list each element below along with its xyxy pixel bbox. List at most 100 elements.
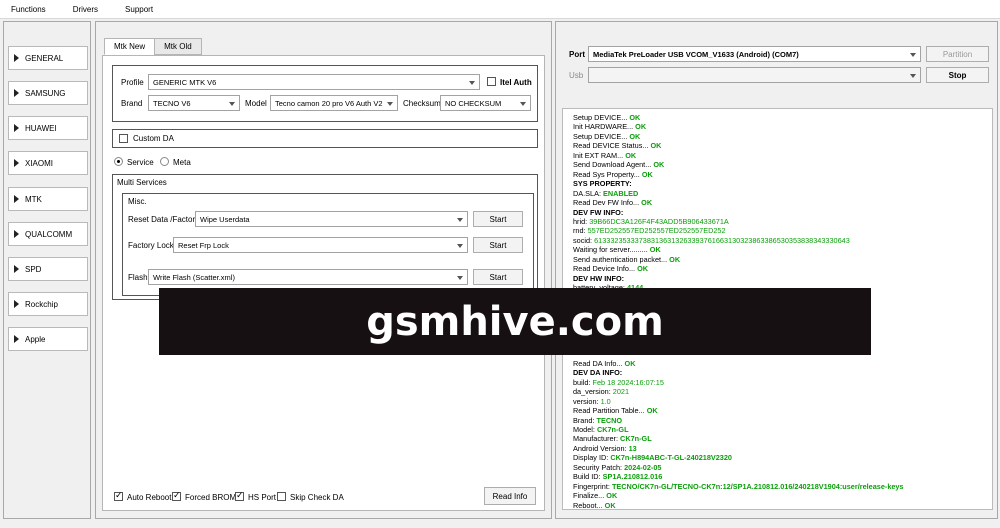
- dropdown-arrow-icon: [457, 244, 463, 248]
- brand-label: HUAWEI: [25, 123, 57, 133]
- brand-label: SPD: [25, 264, 42, 274]
- brand-apple-button[interactable]: Apple: [8, 327, 88, 351]
- log-key: version:: [573, 396, 601, 406]
- log-key: DEV DA INFO:: [573, 368, 623, 378]
- hs-port-checkbox[interactable]: [235, 490, 244, 501]
- factory-lock-start-button[interactable]: Start: [473, 237, 523, 253]
- log-key: Fingerprint:: [573, 481, 612, 491]
- menu-drivers[interactable]: Drivers: [67, 5, 104, 14]
- log-line: DEV DA INFO:: [573, 368, 992, 377]
- dropdown-arrow-icon: [910, 74, 916, 78]
- brand-select[interactable]: TECNO V6: [148, 95, 240, 111]
- model-label: Model: [245, 99, 267, 108]
- log-value: 6133323533373831363132633937616631303238…: [594, 235, 850, 245]
- itel-auth-checkbox[interactable]: [487, 77, 496, 86]
- log-value: 2021: [612, 387, 629, 397]
- usb-select[interactable]: [588, 67, 921, 83]
- service-label: Service: [127, 158, 154, 167]
- skip-check-da-label: Skip Check DA: [290, 493, 344, 502]
- model-select[interactable]: Tecno camon 20 pro V6 Auth V2: [270, 95, 398, 111]
- skip-check-da-checkbox[interactable]: [277, 492, 286, 501]
- tab-mtk-new[interactable]: Mtk New: [104, 38, 156, 55]
- custom-da-group: Custom DA: [112, 129, 538, 148]
- dropdown-arrow-icon: [457, 276, 463, 280]
- log-value: SP1A.210812.016: [602, 472, 663, 482]
- dropdown-arrow-icon: [520, 102, 526, 106]
- log-key: Reboot...: [573, 500, 605, 510]
- log-key: Setup DEVICE...: [573, 113, 630, 122]
- log-line: DA.SLA: ENABLED: [573, 189, 992, 198]
- log-line: rnd: 557ED252557ED252557ED252557ED252: [573, 226, 992, 235]
- port-label: Port: [569, 50, 585, 59]
- log-line: Read Device Info... OK: [573, 264, 992, 273]
- log-value: OK: [624, 358, 636, 368]
- play-arrow-icon: [14, 335, 19, 343]
- factory-lock-label: Factory Lock: [128, 241, 174, 250]
- log-line: Waiting for server......... OK: [573, 245, 992, 254]
- reset-data-start-button[interactable]: Start: [473, 211, 523, 227]
- brand-spd-button[interactable]: SPD: [8, 257, 88, 281]
- log-line: Send Download Agent... OK: [573, 160, 992, 169]
- log-value: CK7n-GL: [620, 434, 652, 444]
- multi-services-group: Multi Services Misc. Reset Data /Factory…: [112, 174, 538, 300]
- log-key: socid:: [573, 235, 595, 245]
- brand-mtk-button[interactable]: MTK: [8, 187, 88, 211]
- service-radio[interactable]: [114, 157, 123, 166]
- log-value: OK: [637, 264, 649, 274]
- log-value: OK: [669, 254, 681, 264]
- checksum-select[interactable]: NO CHECKSUM: [440, 95, 531, 111]
- play-arrow-icon: [14, 159, 19, 167]
- brand-label: Apple: [25, 334, 46, 344]
- profile-select[interactable]: GENERIC MTK V6: [148, 74, 480, 90]
- factory-lock-select[interactable]: Reset Frp Lock: [173, 237, 468, 253]
- log-value: OK: [604, 500, 616, 510]
- log-key: Send Download Agent...: [573, 160, 654, 170]
- menu-support[interactable]: Support: [119, 5, 159, 14]
- profile-label: Profile: [121, 78, 144, 87]
- brand-samsung-button[interactable]: SAMSUNG: [8, 81, 88, 105]
- usb-label: Usb: [569, 71, 584, 80]
- reset-data-label: Reset Data /Factory: [128, 215, 200, 224]
- meta-radio[interactable]: [160, 157, 169, 166]
- log-value: OK: [653, 160, 665, 170]
- log-line: Build ID: SP1A.210812.016: [573, 472, 992, 481]
- log-key: SYS PROPERTY:: [573, 179, 632, 189]
- flash-start-button[interactable]: Start: [473, 269, 523, 285]
- stop-button[interactable]: Stop: [926, 67, 989, 83]
- log-value: TECNO: [596, 415, 623, 425]
- play-arrow-icon: [14, 124, 19, 132]
- log-line: Fingerprint: TECNO/CK7n-GL/TECNO-CK7n:12…: [573, 482, 992, 491]
- log-key: Send authentication packet...: [573, 254, 670, 264]
- log-line: Init HARDWARE... OK: [573, 122, 992, 131]
- forced-brom-checkbox[interactable]: [172, 490, 181, 501]
- flash-select[interactable]: Write Flash (Scatter.xml): [148, 269, 468, 285]
- log-line: Read Sys Property... OK: [573, 170, 992, 179]
- brand-qualcomm-button[interactable]: QUALCOMM: [8, 222, 88, 246]
- log-key: Android Version:: [573, 443, 629, 453]
- log-line: Read Dev FW Info... OK: [573, 198, 992, 207]
- flash-label: Flash: [128, 273, 148, 282]
- read-info-button[interactable]: Read Info: [484, 487, 536, 505]
- log-line: Send authentication packet... OK: [573, 255, 992, 264]
- tab-mtk-old[interactable]: Mtk Old: [154, 38, 202, 55]
- log-value: 39B66DC3A126F4F43ADD5B906433671A: [589, 216, 729, 226]
- auto-reboot-checkbox[interactable]: [114, 490, 123, 501]
- log-value: 2024-02-05: [624, 462, 662, 472]
- log-key: Model:: [573, 424, 597, 434]
- log-key: Display ID:: [573, 453, 611, 463]
- log-key: DA.SLA:: [573, 188, 604, 198]
- brand-rockchip-button[interactable]: Rockchip: [8, 292, 88, 316]
- port-select[interactable]: MediaTek PreLoader USB VCOM_V1633 (Andro…: [588, 46, 921, 62]
- dropdown-arrow-icon: [229, 102, 235, 106]
- log-line: Read Partition Table... OK: [573, 406, 992, 415]
- menu-functions[interactable]: Functions: [5, 5, 52, 14]
- brand-huawei-button[interactable]: HUAWEI: [8, 116, 88, 140]
- dropdown-arrow-icon: [910, 53, 916, 57]
- partition-button[interactable]: Partition: [926, 46, 989, 62]
- brand-label: GENERAL: [25, 53, 64, 63]
- log-key: Init HARDWARE...: [573, 122, 636, 132]
- reset-data-select[interactable]: Wipe Userdata: [195, 211, 468, 227]
- brand-general-button[interactable]: GENERAL: [8, 46, 88, 70]
- brand-xiaomi-button[interactable]: XIAOMI: [8, 151, 88, 175]
- custom-da-checkbox[interactable]: [119, 134, 128, 143]
